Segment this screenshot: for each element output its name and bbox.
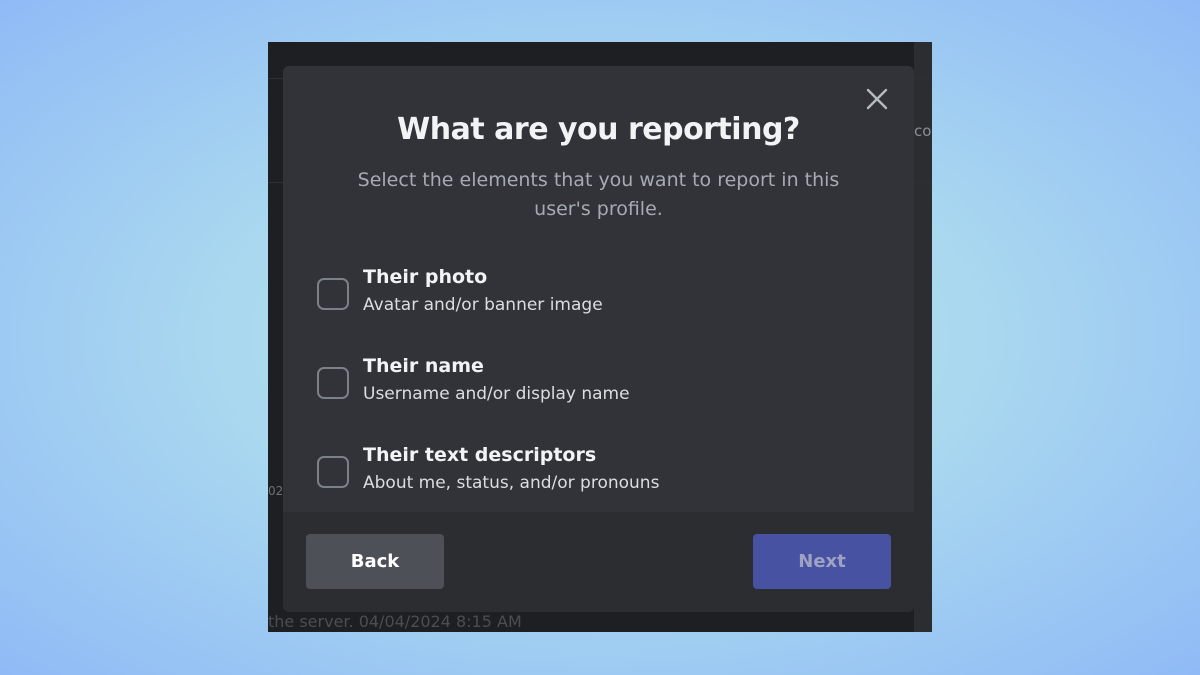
back-button[interactable]: Back: [306, 534, 444, 589]
close-icon: [866, 88, 888, 110]
option-title: Their text descriptors: [363, 444, 597, 466]
option-description: Username and/or display name: [363, 384, 630, 404]
modal-title: What are you reporting?: [397, 112, 800, 147]
modal-subtitle: Select the elements that you want to rep…: [357, 169, 840, 220]
option-description: About me, status, and/or pronouns: [363, 473, 660, 493]
background-message-text: the server. 04/04/2024 8:15 AM: [268, 612, 522, 631]
option-their-name[interactable]: Their name Username and/or display name: [316, 355, 876, 423]
close-button[interactable]: [862, 84, 892, 114]
option-description: Avatar and/or banner image: [363, 295, 603, 315]
report-modal: What are you reporting? Select the eleme…: [283, 66, 914, 612]
background-text-fragment: 02: [268, 484, 282, 498]
background-text-fragment: co: [914, 122, 932, 140]
option-their-text-descriptors[interactable]: Their text descriptors About me, status,…: [316, 444, 876, 512]
next-button[interactable]: Next: [753, 534, 891, 589]
checkbox[interactable]: [317, 456, 349, 488]
checkbox[interactable]: [317, 278, 349, 310]
checkbox[interactable]: [317, 367, 349, 399]
option-their-photo[interactable]: Their photo Avatar and/or banner image: [316, 266, 876, 334]
option-title: Their photo: [363, 266, 488, 288]
option-title: Their name: [363, 355, 484, 377]
modal-footer: Back Next: [283, 512, 914, 612]
